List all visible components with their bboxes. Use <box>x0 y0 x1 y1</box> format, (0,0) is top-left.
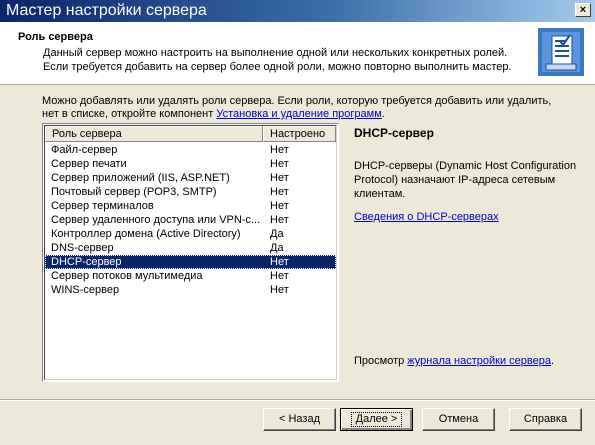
role-name: Файл-сервер <box>51 144 118 156</box>
help-button[interactable]: Справка <box>509 408 582 431</box>
table-row[interactable]: Контроллер домена (Active Directory) Да <box>45 227 336 241</box>
role-name: Контроллер домена (Active Directory) <box>51 228 241 240</box>
cancel-button[interactable]: Отмена <box>422 408 495 431</box>
server-roles-list[interactable]: Роль сервера Настроено Файл-сервер Нет Сер… <box>42 123 339 382</box>
table-row[interactable]: Почтовый сервер (POP3, SMTP) Нет <box>45 185 336 199</box>
page-title: Роль сервера <box>18 31 93 43</box>
intro-text: Можно добавлять или удалять роли сервера… <box>42 95 552 120</box>
role-configured: Нет <box>270 172 289 184</box>
close-icon: × <box>579 4 587 16</box>
role-configured: Да <box>270 228 284 240</box>
server-wizard-icon <box>538 28 584 76</box>
role-configured: Нет <box>270 186 289 198</box>
role-configured: Нет <box>270 144 289 156</box>
role-detail-description: DHCP-серверы (Dynamic Host Configuration… <box>354 160 577 200</box>
footer-separator <box>0 399 595 401</box>
list-header: Роль сервера Настроено <box>45 126 336 142</box>
role-configured: Нет <box>270 270 289 282</box>
role-name: DHCP-сервер <box>51 256 122 268</box>
role-configured: Да <box>270 242 284 254</box>
window-title: Мастер настройки сервера <box>6 2 207 19</box>
page-subtitle: Данный сервер можно настроить на выполне… <box>43 47 512 73</box>
log-text: Просмотр журнала настройки сервера. <box>354 355 555 367</box>
table-row[interactable]: DHCP-сервер Нет <box>45 255 336 269</box>
role-name: Почтовый сервер (POP3, SMTP) <box>51 186 217 198</box>
table-row[interactable]: Сервер печати Нет <box>45 157 336 171</box>
table-row[interactable]: WINS-сервер Нет <box>45 283 336 297</box>
table-row[interactable]: DNS-сервер Да <box>45 241 336 255</box>
table-row[interactable]: Сервер приложений (IIS, ASP.NET) Нет <box>45 171 336 185</box>
role-name: DNS-сервер <box>51 242 114 254</box>
close-button[interactable]: × <box>575 3 591 17</box>
add-remove-programs-link[interactable]: Установка и удаление программ <box>216 108 381 120</box>
list-rows: Файл-сервер Нет Сервер печати Нет Сервер при… <box>45 143 336 297</box>
role-name: WINS-сервер <box>51 284 120 296</box>
role-name: Сервер приложений (IIS, ASP.NET) <box>51 172 230 184</box>
role-name: Сервер потоков мультимедиа <box>51 270 203 282</box>
role-configured: Нет <box>270 158 289 170</box>
role-name: Сервер удаленного доступа или VPN-с... <box>51 214 261 226</box>
config-log-link[interactable]: журнала настройки сервера <box>407 355 551 367</box>
dhcp-info-link[interactable]: Сведения о DHCP-серверах <box>354 211 499 223</box>
column-header-configured[interactable]: Настроено <box>263 126 336 142</box>
table-row[interactable]: Сервер удаленного доступа или VPN-с... Не… <box>45 213 336 227</box>
role-name: Сервер печати <box>51 158 127 170</box>
role-configured: Нет <box>270 284 289 296</box>
wizard-header: Роль сервера Данный сервер можно настрои… <box>0 22 595 85</box>
role-configured: Нет <box>270 200 289 212</box>
role-detail-title: DHCP-сервер <box>354 126 434 140</box>
table-row[interactable]: Сервер потоков мультимедиа Нет <box>45 269 336 283</box>
role-configured: Нет <box>270 256 289 268</box>
back-button[interactable]: < Назад <box>263 408 336 431</box>
next-button[interactable]: Далее > <box>340 408 413 431</box>
title-bar: Мастер настройки сервера × <box>0 0 595 22</box>
table-row[interactable]: Сервер терминалов Нет <box>45 199 336 213</box>
role-name: Сервер терминалов <box>51 200 154 212</box>
column-header-role[interactable]: Роль сервера <box>45 126 263 142</box>
table-row[interactable]: Файл-сервер Нет <box>45 143 336 157</box>
role-configured: Нет <box>270 214 289 226</box>
